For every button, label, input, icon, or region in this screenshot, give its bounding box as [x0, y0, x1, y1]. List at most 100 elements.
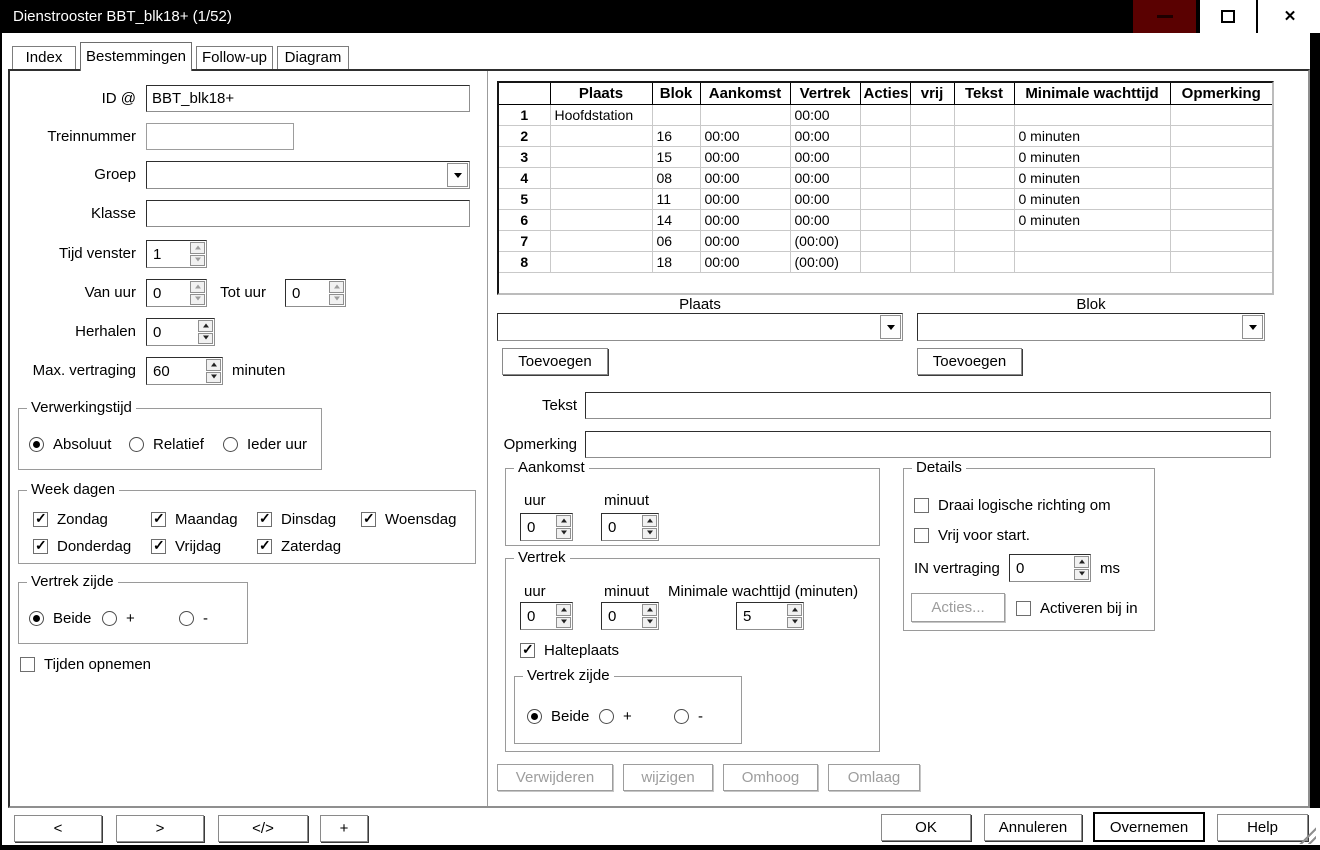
help-button[interactable]: Help: [1217, 814, 1308, 841]
tab-follow-up[interactable]: Follow-up: [196, 46, 273, 69]
aankomst-minuut-spinner[interactable]: [601, 513, 659, 541]
tab-index[interactable]: Index: [12, 46, 76, 69]
nav-add-button[interactable]: +: [320, 815, 368, 842]
vertrek-minuut-input[interactable]: [602, 603, 641, 629]
checkbox-zondag[interactable]: Zondag: [33, 511, 108, 528]
checkbox-activeren-bij-in[interactable]: Activeren bij in: [1016, 600, 1138, 617]
close-button[interactable]: ✕: [1256, 0, 1320, 33]
opmerking-input[interactable]: [585, 431, 1271, 458]
id-input[interactable]: [146, 85, 470, 112]
nav-code-button[interactable]: </>: [218, 815, 308, 842]
checkbox-donderdag[interactable]: Donderdag: [33, 538, 131, 555]
in-vertraging-spinner[interactable]: [1009, 554, 1091, 582]
spinner-down-icon[interactable]: [198, 333, 213, 345]
table-row[interactable]: 1Hoofdstation00:00: [499, 105, 1272, 126]
herhalen-spinner[interactable]: [146, 318, 215, 346]
verwijderen-button[interactable]: Verwijderen: [497, 764, 613, 791]
tijd-venster-spinner[interactable]: [146, 240, 207, 268]
radio-minus-vertrek[interactable]: -: [674, 708, 703, 725]
tot-uur-input[interactable]: [286, 280, 328, 306]
overnemen-button[interactable]: Overnemen: [1093, 812, 1205, 842]
acties-button[interactable]: Acties...: [911, 593, 1005, 622]
spinner-up-icon[interactable]: [556, 515, 571, 527]
nav-prev-button[interactable]: <: [14, 815, 102, 842]
radio-plus-vertrek[interactable]: +: [599, 708, 632, 725]
checkbox-zaterdag[interactable]: Zaterdag: [257, 538, 341, 555]
spinner-up-icon[interactable]: [1074, 556, 1089, 568]
omlaag-button[interactable]: Omlaag: [828, 764, 920, 791]
omhoog-button[interactable]: Omhoog: [723, 764, 818, 791]
table-row[interactable]: 40800:0000:000 minuten: [499, 168, 1272, 189]
vertrek-wachttijd-input[interactable]: [737, 603, 786, 629]
ok-button[interactable]: OK: [881, 814, 971, 841]
radio-beide-vertrek[interactable]: Beide: [527, 708, 589, 725]
checkbox-woensdag[interactable]: Woensdag: [361, 511, 456, 528]
table-row[interactable]: 61400:0000:000 minuten: [499, 210, 1272, 231]
vertrek-uur-input[interactable]: [521, 603, 555, 629]
aankomst-uur-spinner[interactable]: [520, 513, 573, 541]
groep-dropdown-button[interactable]: [447, 163, 468, 187]
spinner-down-icon[interactable]: [329, 294, 344, 306]
spinner-down-icon[interactable]: [556, 528, 571, 540]
table-row[interactable]: 21600:0000:000 minuten: [499, 126, 1272, 147]
spinner-down-icon[interactable]: [1074, 569, 1089, 581]
tekst-input[interactable]: [585, 392, 1271, 419]
vertrek-uur-spinner[interactable]: [520, 602, 573, 630]
spinner-down-icon[interactable]: [190, 255, 205, 267]
radio-relatief[interactable]: Relatief: [129, 436, 204, 453]
toevoegen-blok-button[interactable]: Toevoegen: [917, 348, 1022, 375]
spinner-up-icon[interactable]: [556, 604, 571, 616]
spinner-down-icon[interactable]: [556, 617, 571, 629]
checkbox-halteplaats[interactable]: Halteplaats: [520, 642, 619, 659]
annuleren-button[interactable]: Annuleren: [984, 814, 1082, 841]
tot-uur-spinner[interactable]: [285, 279, 346, 307]
in-vertraging-input[interactable]: [1010, 555, 1073, 581]
radio-beide[interactable]: Beide: [29, 610, 91, 627]
maximize-button[interactable]: [1198, 0, 1256, 33]
spinner-down-icon[interactable]: [642, 617, 657, 629]
checkbox-vrij-voor-start[interactable]: Vrij voor start.: [914, 527, 1030, 544]
radio-minus[interactable]: -: [179, 610, 208, 627]
tijd-venster-input[interactable]: [147, 241, 189, 267]
aankomst-uur-input[interactable]: [521, 514, 555, 540]
table-row[interactable]: 70600:00(00:00): [499, 231, 1272, 252]
blok-combobox[interactable]: [917, 313, 1265, 341]
plaats-dropdown-button[interactable]: [880, 315, 901, 339]
van-uur-input[interactable]: [147, 280, 189, 306]
spinner-up-icon[interactable]: [642, 515, 657, 527]
radio-ieder-uur[interactable]: Ieder uur: [223, 436, 307, 453]
checkbox-vrijdag[interactable]: Vrijdag: [151, 538, 221, 555]
aankomst-minuut-input[interactable]: [602, 514, 641, 540]
radio-plus[interactable]: +: [102, 610, 135, 627]
table-row[interactable]: 81800:00(00:00): [499, 252, 1272, 273]
spinner-down-icon[interactable]: [642, 528, 657, 540]
toevoegen-plaats-button[interactable]: Toevoegen: [502, 348, 608, 375]
tab-bestemmingen[interactable]: Bestemmingen: [80, 42, 192, 71]
checkbox-tijden-opnemen[interactable]: Tijden opnemen: [20, 656, 151, 673]
wijzigen-button[interactable]: wijzigen: [623, 764, 713, 791]
checkbox-draai-richting[interactable]: Draai logische richting om: [914, 497, 1111, 514]
spinner-up-icon[interactable]: [190, 242, 205, 254]
herhalen-input[interactable]: [147, 319, 197, 345]
spinner-down-icon[interactable]: [206, 372, 221, 384]
table-row[interactable]: 31500:0000:000 minuten: [499, 147, 1272, 168]
spinner-up-icon[interactable]: [198, 320, 213, 332]
spinner-up-icon[interactable]: [787, 604, 802, 616]
spinner-up-icon[interactable]: [329, 281, 344, 293]
tab-diagram[interactable]: Diagram: [277, 46, 349, 69]
max-vertraging-spinner[interactable]: [146, 357, 223, 385]
radio-absoluut[interactable]: Absoluut: [29, 436, 111, 453]
nav-next-button[interactable]: >: [116, 815, 204, 842]
table-row[interactable]: 51100:0000:000 minuten: [499, 189, 1272, 210]
plaats-combobox[interactable]: [497, 313, 903, 341]
minimize-button[interactable]: [1133, 0, 1196, 33]
max-vertraging-input[interactable]: [147, 358, 205, 384]
treinnummer-input[interactable]: [146, 123, 294, 150]
spinner-up-icon[interactable]: [642, 604, 657, 616]
spinner-up-icon[interactable]: [206, 359, 221, 371]
vertrek-minuut-spinner[interactable]: [601, 602, 659, 630]
klasse-input[interactable]: [146, 200, 470, 227]
spinner-down-icon[interactable]: [787, 617, 802, 629]
vertrek-wachttijd-spinner[interactable]: [736, 602, 804, 630]
checkbox-maandag[interactable]: Maandag: [151, 511, 238, 528]
